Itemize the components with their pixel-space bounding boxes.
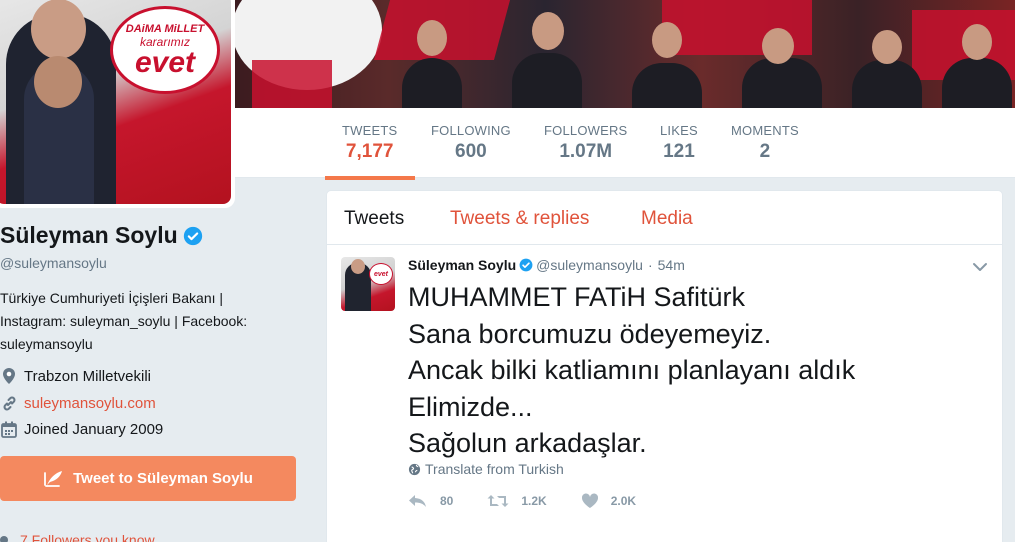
followers-you-know-link[interactable]: 7 Followers you know	[0, 532, 155, 542]
retweet-icon	[487, 495, 509, 507]
retweet-count: 1.2K	[521, 494, 547, 508]
profile-location-text: Trabzon Milletvekili	[24, 367, 151, 385]
tweet-line: MUHAMMET FATiH Safitürk	[408, 282, 746, 312]
tweet-line: Sağolun arkadaşlar.	[408, 428, 647, 458]
translate-link[interactable]: Translate from Turkish	[408, 461, 564, 477]
timeline-panel: Tweets Tweets & replies Media evet Süley…	[326, 190, 1003, 542]
tweet-line: Ancak bilki katliamını planlayanı aldık	[408, 355, 856, 385]
heart-icon	[581, 493, 598, 508]
stat-following[interactable]: FOLLOWING 600	[431, 123, 511, 163]
stat-followers[interactable]: FOLLOWERS 1.07M	[544, 123, 627, 163]
stat-tweets-label: TWEETS	[342, 123, 398, 138]
tweet-item[interactable]: evet Süleyman Soylu @suleymansoylu · 54m…	[327, 245, 1002, 535]
stat-moments[interactable]: MOMENTS 2	[731, 123, 799, 163]
tweet-header: Süleyman Soylu @suleymansoylu · 54m	[408, 257, 685, 273]
tweet-avatar-badge: evet	[369, 263, 393, 285]
profile-bio: Türkiye Cumhuriyeti İçişleri Bakanı | In…	[0, 290, 248, 352]
like-count: 2.0K	[610, 494, 637, 508]
badge-line-1: DAiMA MiLLET	[125, 23, 205, 35]
tweet-timestamp[interactable]: 54m	[658, 257, 685, 273]
stat-following-label: FOLLOWING	[431, 123, 511, 138]
tab-media[interactable]: Media	[641, 208, 693, 230]
badge-line-3: evet	[134, 46, 196, 79]
stat-tweets-value: 7,177	[345, 141, 394, 162]
verified-badge-icon	[183, 226, 202, 245]
stat-followers-label: FOLLOWERS	[544, 123, 628, 138]
profile-name-text: Süleyman Soylu	[0, 222, 178, 248]
tweet-actions: 80 1.2K 2.0K	[408, 493, 670, 509]
evet-badge-logo: DAiMA MiLLET kararımız evet	[110, 6, 220, 94]
profile-website-link[interactable]: suleymansoylu.com	[24, 395, 156, 412]
globe-icon	[408, 463, 421, 475]
reply-button[interactable]: 80	[408, 494, 453, 508]
stat-following-value: 600	[455, 141, 487, 162]
tweet-to-button[interactable]: Tweet to Süleyman Soylu	[0, 456, 296, 501]
tweet-line: Sana borcumuzu ödeyemeyiz.	[408, 318, 772, 349]
twitter-profile-page: TWEETS 7,177 FOLLOWING 600 FOLLOWERS 1.0…	[0, 0, 1015, 542]
followers-you-know-text: 7 Followers you know	[20, 532, 155, 542]
tweet-author-handle[interactable]: @suleymansoylu	[536, 257, 643, 273]
profile-handle[interactable]: @suleymansoylu	[0, 255, 107, 271]
profile-location: Trabzon Milletvekili	[0, 367, 151, 385]
stat-likes[interactable]: LIKES 121	[660, 123, 698, 163]
location-pin-icon	[0, 367, 18, 385]
compose-quill-icon	[44, 470, 63, 487]
followers-icon	[0, 536, 8, 542]
stat-moments-label: MOMENTS	[731, 123, 799, 138]
like-button[interactable]: 2.0K	[581, 493, 636, 509]
profile-joined: Joined January 2009	[0, 420, 163, 438]
profile-website: suleymansoylu.com	[0, 394, 156, 412]
profile-avatar[interactable]: DAiMA MiLLET kararımız evet	[0, 0, 235, 208]
profile-stats-nav: TWEETS 7,177 FOLLOWING 600 FOLLOWERS 1.0…	[232, 108, 1015, 180]
profile-name[interactable]: Süleyman Soylu	[0, 222, 203, 249]
chevron-down-icon[interactable]	[972, 259, 988, 275]
reply-icon	[409, 495, 426, 507]
tweet-author-name[interactable]: Süleyman Soylu	[408, 257, 516, 273]
header-banner-image	[232, 0, 1015, 108]
profile-joined-text: Joined January 2009	[24, 420, 164, 438]
calendar-icon	[0, 420, 18, 438]
stat-likes-label: LIKES	[660, 123, 698, 138]
reply-count: 80	[440, 494, 454, 508]
tweet-author-avatar[interactable]: evet	[341, 257, 395, 311]
stat-followers-value: 1.07M	[559, 141, 613, 162]
tweet-text: MUHAMMET FATiH Safitürk Sana borcumuzu ö…	[408, 279, 988, 462]
tweet-verified-badge-icon	[519, 258, 533, 272]
tab-tweets-replies[interactable]: Tweets & replies	[450, 208, 589, 230]
tweet-separator: ·	[647, 257, 653, 273]
timeline-tabs: Tweets Tweets & replies Media	[327, 191, 1002, 245]
stat-likes-value: 121	[663, 141, 695, 162]
link-icon	[0, 394, 18, 412]
stat-tweets[interactable]: TWEETS 7,177	[324, 123, 416, 180]
tab-tweets[interactable]: Tweets	[344, 208, 404, 230]
tweet-to-label: Tweet to Süleyman Soylu	[73, 470, 253, 487]
stat-moments-value: 2	[759, 141, 771, 162]
translate-label: Translate from Turkish	[425, 461, 564, 477]
tweet-line: Elimizde...	[408, 391, 533, 422]
retweet-button[interactable]: 1.2K	[487, 494, 547, 508]
